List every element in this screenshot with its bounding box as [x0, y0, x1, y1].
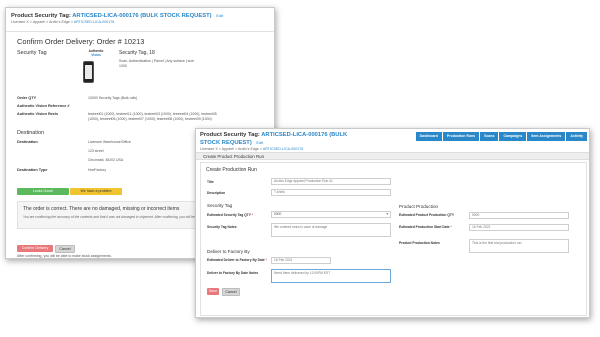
breadcrumb-item[interactable]: Apparel: [222, 147, 234, 151]
prod-notes-label: Product Production Notes: [399, 241, 440, 245]
est-prod-qty-label: Estimated Product Production QTY: [399, 213, 455, 217]
chevron-down-icon: ▾: [386, 212, 388, 216]
cancel-button[interactable]: Cancel: [222, 288, 240, 296]
form-panel: Create Production Run Title Arctics Edge…: [200, 162, 587, 316]
description-input[interactable]: T-shirts: [271, 189, 391, 196]
tag-notes-textarea[interactable]: We ordered extra in case of damage: [271, 223, 391, 237]
destination-line: Licensee Warehouse/Office: [88, 140, 131, 144]
breadcrumb-item[interactable]: Arctic's Edge: [49, 20, 70, 24]
est-qty-select[interactable]: 5000 ▾: [271, 211, 391, 218]
confirm-delivery-button[interactable]: Confirm Delivery: [17, 245, 53, 252]
breadcrumb-item[interactable]: Arctic's Edge: [238, 147, 259, 151]
page-title: Product Security Tag: ARTICSED-LICA-0001…: [200, 132, 360, 147]
looks-good-button[interactable]: Looks Good!: [17, 188, 69, 195]
av-reference-label: Authentic Vision Reference #: [17, 104, 70, 108]
top-nav: Dashboard Production Runs Scans Campaign…: [415, 132, 587, 141]
nav-production-runs[interactable]: Production Runs: [442, 132, 480, 141]
deliver-notes-label: Deliver to Factory By Date Notes: [207, 271, 259, 275]
authentic-vision-logo: Authentic Vision: [84, 49, 108, 57]
window-header: Product Security Tag: ARTICSED-LICA-0001…: [200, 132, 425, 152]
est-qty-label-text: Estimated Security Tag QTY: [207, 213, 251, 217]
destination-label: Destination: [17, 140, 38, 144]
title-prefix: Product Security Tag:: [200, 132, 260, 138]
order-qty-label: Order QTY: [17, 96, 37, 100]
order-qty-value: 10000 Security Tags (Bulk rolls): [88, 96, 138, 100]
est-start-label-text: Estimated Production Start Date: [399, 225, 450, 229]
page-title: Product Security Tag: ARTICSED-LICA-0001…: [11, 12, 271, 20]
have-problem-button[interactable]: We have a problem: [70, 188, 122, 195]
alert-title: The order is correct. There are no damag…: [23, 206, 180, 212]
breadcrumb-item[interactable]: Licensee X: [11, 20, 29, 24]
breadcrumb-item[interactable]: Licensee X: [200, 147, 218, 151]
create-production-run-window: Product Security Tag: ARTICSED-LICA-0001…: [195, 128, 590, 318]
security-tag-heading: Security Tag: [207, 203, 233, 208]
deliver-heading: Deliver to Factory By: [207, 249, 250, 254]
nav-item-assignments[interactable]: Item Assignments: [527, 132, 566, 141]
prod-notes-textarea[interactable]: This is the first trial production run: [469, 239, 569, 253]
deliver-date-label: Estimated Deliver to Factory By Date *: [207, 258, 267, 262]
tag-description: Scan, Authentication | Parcel | Any surf…: [119, 59, 194, 68]
est-prod-qty-input[interactable]: 5000: [469, 212, 569, 219]
breadcrumb: Licensee X > Apparel > Arctic's Edge > A…: [11, 20, 115, 24]
cancel-button[interactable]: Cancel: [55, 245, 75, 253]
window-header: Product Security Tag: ARTICSED-LICA-0001…: [11, 12, 271, 25]
badge-line2: Vision: [91, 53, 101, 57]
title-label: Title: [207, 180, 214, 184]
av-reels-label: Authentic Vision Reels: [17, 112, 59, 116]
destination-heading: Destination: [17, 130, 44, 136]
destination-line: Cincinnati, 45202 USA: [88, 158, 124, 162]
edit-link[interactable]: Edit: [256, 140, 263, 145]
breadcrumb-current[interactable]: ARTICSED-LICA-000176: [74, 20, 114, 24]
description-label: Description: [207, 191, 226, 195]
form-heading: Create Production Run: [206, 167, 257, 173]
save-button[interactable]: Save: [207, 288, 219, 295]
product-production-heading: Product Production: [399, 204, 439, 209]
deliver-date-label-text: Estimated Deliver to Factory By Date: [207, 258, 265, 262]
security-tag-heading: Security Tag: [17, 50, 47, 56]
est-qty-label: Estimated Security Tag QTY *: [207, 213, 254, 217]
est-qty-value: 5000: [274, 212, 282, 216]
breadcrumb-item[interactable]: Apparel: [33, 20, 45, 24]
nav-campaigns[interactable]: Campaigns: [499, 132, 527, 141]
deliver-date-input[interactable]: 16 Feb 2021: [271, 257, 331, 264]
breadcrumb-current[interactable]: ARTICSED-LICA-000176: [263, 147, 303, 151]
destination-type-label: Destination Type: [17, 168, 48, 172]
subheader-bar: Create Product Production Run: [196, 152, 589, 160]
est-start-input[interactable]: 16 Feb 2021: [469, 224, 569, 231]
divider: [6, 31, 274, 32]
tag-notes-label: Security Tag Notes: [207, 225, 237, 229]
title-link[interactable]: ARTICSED-LICA-000176 (BULK STOCK REQUEST…: [72, 13, 211, 19]
destination-line: 123 street: [88, 149, 104, 153]
av-reels-value: testreel01 (1000), testreel11 (1000), te…: [88, 112, 217, 121]
est-start-label: Estimated Production Start Date *: [399, 225, 452, 229]
confirm-heading: Confirm Order Delivery: Order # 10213: [17, 37, 145, 46]
footnote: After confirming, you will be able to ma…: [17, 254, 112, 258]
nav-activity[interactable]: Activity: [566, 132, 587, 141]
edit-link[interactable]: Edit: [216, 13, 223, 18]
nav-scans[interactable]: Scans: [480, 132, 499, 141]
deliver-notes-textarea[interactable]: Need them delivered by 12:00PM EST: [271, 269, 391, 283]
title-prefix: Product Security Tag:: [11, 13, 71, 19]
destination-type-value: HoeFactory: [88, 168, 107, 172]
tag-name: Security Tag, 18: [119, 50, 155, 56]
phone-icon: [83, 61, 94, 83]
nav-dashboard[interactable]: Dashboard: [415, 132, 442, 141]
subheader-title: Create Product Production Run: [203, 154, 265, 159]
title-input[interactable]: Arctics Edge Apparel Production Run #1: [271, 178, 391, 185]
